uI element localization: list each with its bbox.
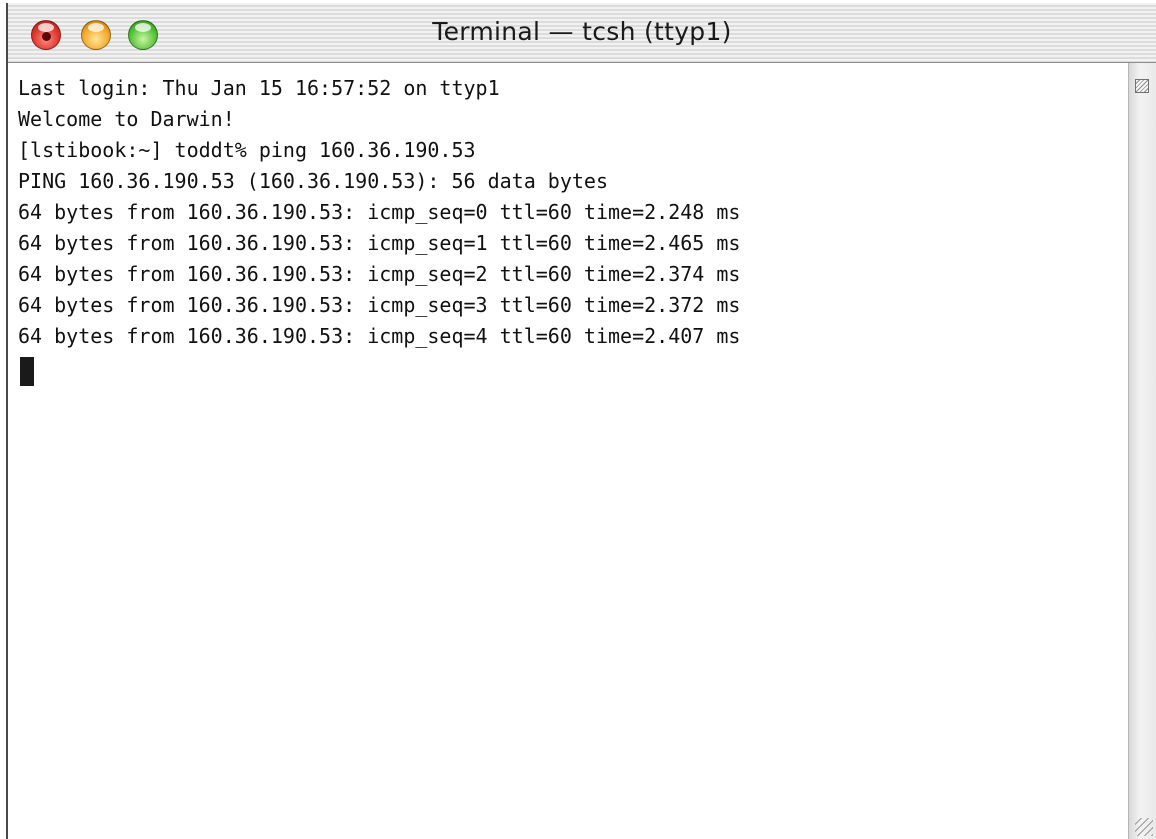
terminal-line: Last login: Thu Jan 15 16:57:52 on ttyp1 <box>18 76 500 100</box>
text-cursor <box>20 357 34 386</box>
split-pane-icon[interactable] <box>1135 79 1149 93</box>
title-bar[interactable]: Terminal — tcsh (ttyp1) <box>8 3 1156 63</box>
vertical-scrollbar[interactable] <box>1128 63 1156 839</box>
terminal-line: 64 bytes from 160.36.190.53: icmp_seq=1 … <box>18 231 741 255</box>
terminal-line: 64 bytes from 160.36.190.53: icmp_seq=3 … <box>18 293 741 317</box>
terminal-output[interactable]: Last login: Thu Jan 15 16:57:52 on ttyp1… <box>8 63 1128 839</box>
resize-grip-icon[interactable] <box>1135 818 1153 836</box>
terminal-line: [lstibook:~] toddt% ping 160.36.190.53 <box>18 138 476 162</box>
terminal-line: 64 bytes from 160.36.190.53: icmp_seq=2 … <box>18 262 741 286</box>
window-title: Terminal — tcsh (ttyp1) <box>432 17 732 46</box>
terminal-line: 64 bytes from 160.36.190.53: icmp_seq=0 … <box>18 200 741 224</box>
terminal-window: Terminal — tcsh (ttyp1) Last login: Thu … <box>6 3 1156 839</box>
terminal-line: Welcome to Darwin! <box>18 107 235 131</box>
terminal-line: PING 160.36.190.53 (160.36.190.53): 56 d… <box>18 169 609 193</box>
terminal-line: 64 bytes from 160.36.190.53: icmp_seq=4 … <box>18 324 741 348</box>
